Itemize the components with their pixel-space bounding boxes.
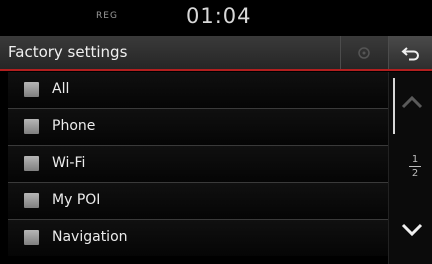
list-item-wifi[interactable]: Wi-Fi (8, 146, 388, 183)
list-item-phone[interactable]: Phone (8, 109, 388, 146)
list-item-label: My POI (52, 192, 101, 208)
status-bar: REG 01:04 (0, 0, 432, 36)
page-title: Factory settings (8, 43, 128, 61)
checkbox[interactable] (24, 156, 39, 171)
checkbox[interactable] (24, 230, 39, 245)
refresh-button[interactable] (340, 36, 387, 69)
checkbox[interactable] (24, 193, 39, 208)
scroll-panel: 1 2 (388, 72, 432, 264)
page-total: 2 (411, 168, 419, 179)
checkbox[interactable] (24, 82, 39, 97)
list-item-my-poi[interactable]: My POI (8, 183, 388, 220)
status-source: REG (96, 11, 118, 21)
scroll-thumb[interactable] (393, 78, 395, 134)
list-item-label: Phone (52, 118, 96, 134)
list-item-label: All (52, 81, 70, 97)
settings-list: All Phone Wi-Fi My POI Navigation (8, 72, 388, 262)
title-bar: Factory settings (0, 36, 432, 71)
back-arrow-icon (401, 46, 419, 60)
refresh-icon (358, 46, 370, 59)
chevron-down-icon (401, 223, 423, 237)
page-current: 1 (411, 154, 419, 165)
back-button[interactable] (388, 36, 432, 69)
list-item-label: Wi-Fi (52, 155, 86, 171)
scroll-down-button[interactable] (401, 222, 423, 241)
list-item-label: Navigation (52, 229, 128, 245)
list-item-navigation[interactable]: Navigation (8, 220, 388, 256)
page-indicator: 1 2 (409, 154, 421, 179)
scroll-up-button[interactable] (401, 94, 423, 113)
clock: 01:04 (186, 4, 252, 28)
checkbox[interactable] (24, 119, 39, 134)
chevron-up-icon (401, 95, 423, 109)
list-item-all[interactable]: All (8, 72, 388, 109)
